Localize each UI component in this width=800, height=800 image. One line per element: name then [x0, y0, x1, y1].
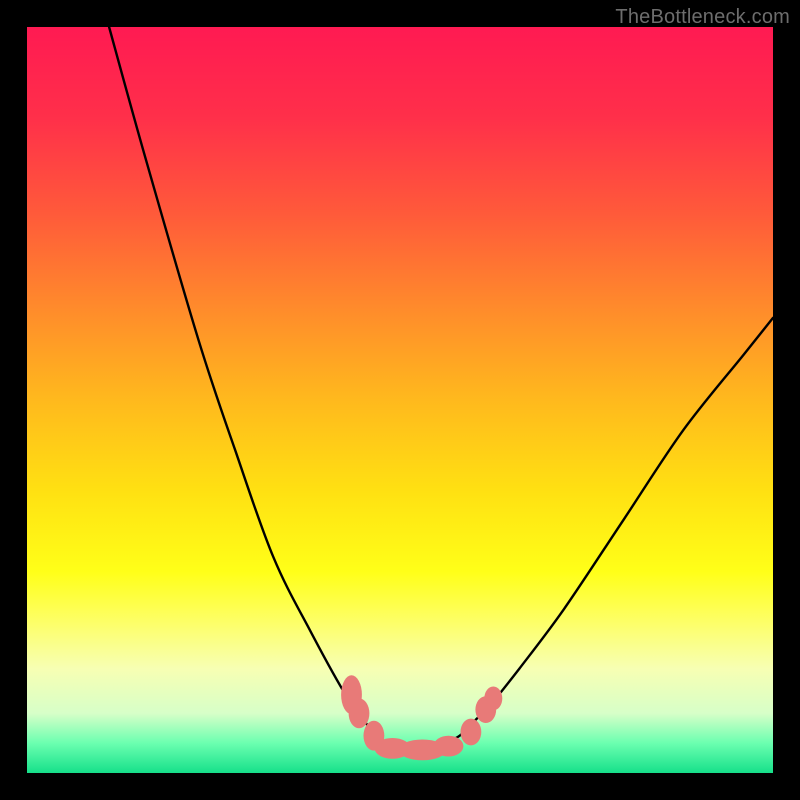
chart-frame: TheBottleneck.com: [0, 0, 800, 800]
highlight-dot: [484, 687, 502, 711]
watermark-text: TheBottleneck.com: [615, 6, 790, 29]
highlight-dot: [349, 698, 370, 728]
highlight-dot: [461, 719, 482, 746]
highlight-dot: [434, 736, 464, 757]
bottleneck-curve-path: [109, 27, 773, 751]
plot-area: [27, 27, 773, 773]
curves-svg: [27, 27, 773, 773]
